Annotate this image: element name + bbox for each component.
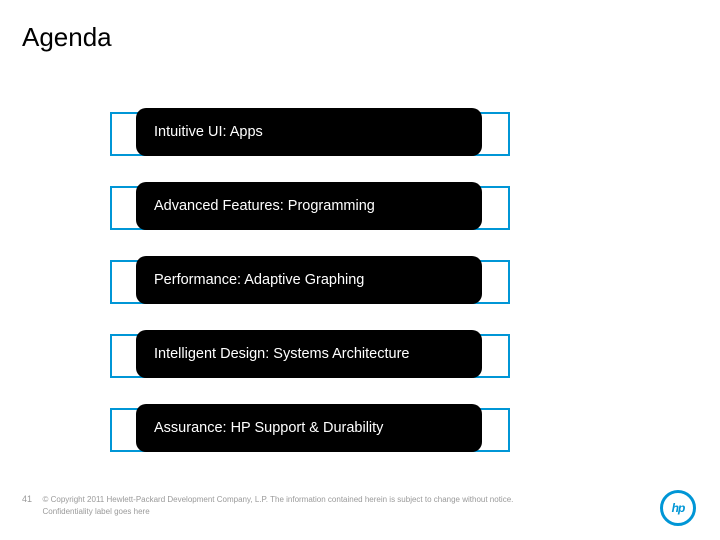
slide-title: Agenda xyxy=(22,22,112,53)
agenda-item: Intuitive UI: Apps xyxy=(110,108,510,160)
agenda-item-label: Assurance: HP Support & Durability xyxy=(154,420,383,436)
agenda-list: Intuitive UI: Apps Advanced Features: Pr… xyxy=(110,108,510,478)
agenda-item: Assurance: HP Support & Durability xyxy=(110,404,510,456)
hp-logo-icon: hp xyxy=(660,490,696,526)
page-number: 41 xyxy=(22,494,32,504)
agenda-item-front: Assurance: HP Support & Durability xyxy=(136,404,482,452)
agenda-item-label: Performance: Adaptive Graphing xyxy=(154,272,364,288)
agenda-item-label: Intelligent Design: Systems Architecture xyxy=(154,346,409,362)
agenda-item: Intelligent Design: Systems Architecture xyxy=(110,330,510,382)
agenda-item: Advanced Features: Programming xyxy=(110,182,510,234)
hp-logo-text: hp xyxy=(672,501,685,515)
agenda-item-label: Intuitive UI: Apps xyxy=(154,124,263,140)
footer: 41 © Copyright 2011 Hewlett-Packard Deve… xyxy=(22,494,582,518)
agenda-item: Performance: Adaptive Graphing xyxy=(110,256,510,308)
agenda-item-front: Advanced Features: Programming xyxy=(136,182,482,230)
copyright-text: © Copyright 2011 Hewlett-Packard Develop… xyxy=(42,494,542,518)
agenda-item-front: Intelligent Design: Systems Architecture xyxy=(136,330,482,378)
agenda-item-label: Advanced Features: Programming xyxy=(154,198,375,214)
slide: Agenda Intuitive UI: Apps Advanced Featu… xyxy=(0,0,720,540)
agenda-item-front: Performance: Adaptive Graphing xyxy=(136,256,482,304)
hp-logo: hp xyxy=(660,490,696,526)
agenda-item-front: Intuitive UI: Apps xyxy=(136,108,482,156)
